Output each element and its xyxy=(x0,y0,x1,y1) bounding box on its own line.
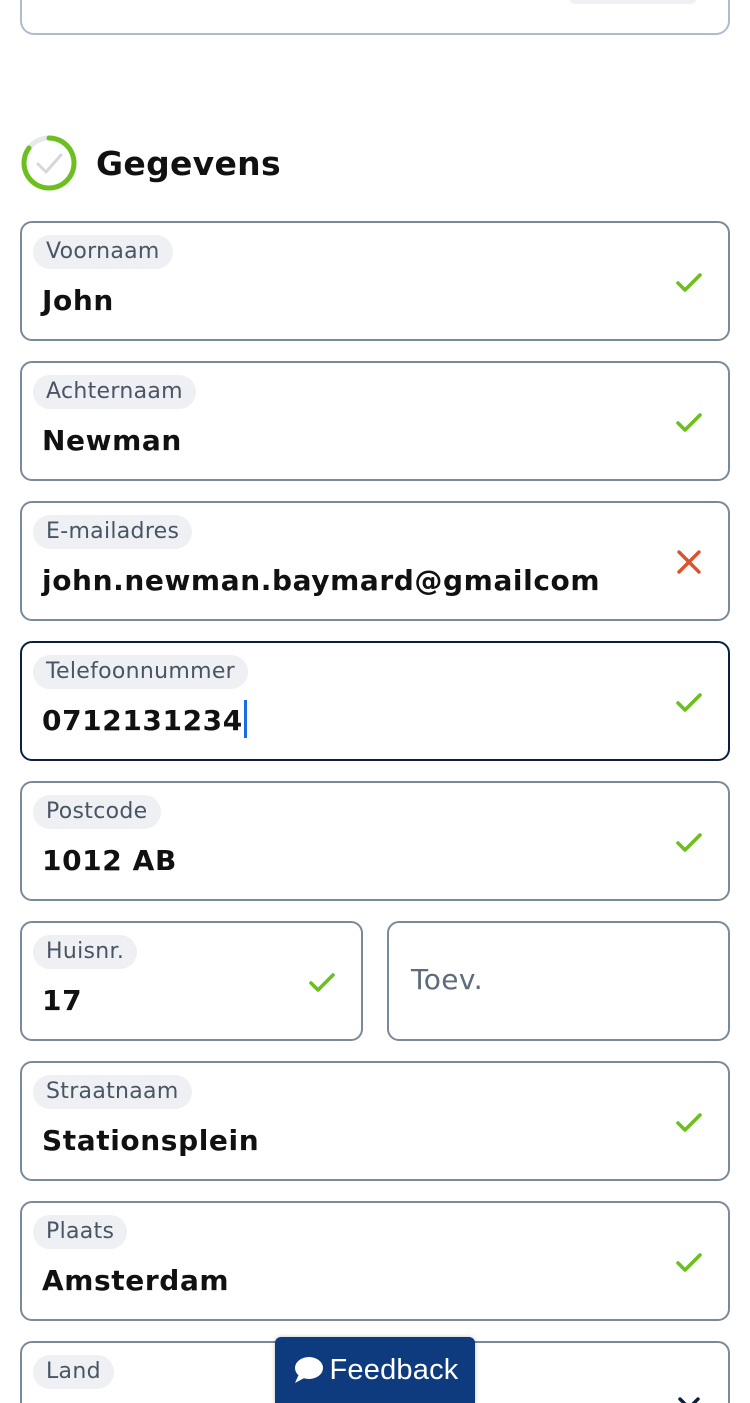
email-value[interactable]: john.newman.baymard@gmailcom xyxy=(42,561,600,601)
street-label: Straatnaam xyxy=(33,1075,192,1109)
feedback-label: Feedback xyxy=(329,1353,459,1386)
postcode-field[interactable]: Postcode 1012 AB xyxy=(20,781,730,901)
phone-value-wrap[interactable]: 0712131234 xyxy=(42,700,247,741)
city-value[interactable]: Amsterdam xyxy=(42,1261,229,1301)
city-label: Plaats xyxy=(33,1215,128,1249)
error-x-icon xyxy=(677,550,701,574)
feedback-button[interactable]: Feedback xyxy=(275,1337,475,1403)
street-field[interactable]: Straatnaam Stationsplein xyxy=(20,1061,730,1181)
check-icon xyxy=(676,693,702,712)
house-number-addition-field[interactable]: Toev. xyxy=(387,921,730,1041)
postcode-value[interactable]: 1012 AB xyxy=(42,841,177,881)
text-caret xyxy=(243,700,247,738)
previous-section-card xyxy=(20,0,730,35)
check-icon xyxy=(676,833,702,852)
check-icon xyxy=(676,273,702,292)
chevron-down-icon xyxy=(678,1397,700,1403)
phone-field[interactable]: Telefoonnummer 0712131234 xyxy=(20,641,730,761)
city-field[interactable]: Plaats Amsterdam xyxy=(20,1201,730,1321)
phone-label: Telefoonnummer xyxy=(33,655,249,689)
street-value[interactable]: Stationsplein xyxy=(42,1121,259,1161)
section-title: Gegevens xyxy=(96,143,281,183)
last-name-label: Achternaam xyxy=(33,375,196,409)
speech-bubble-icon xyxy=(294,1357,323,1383)
house-number-field[interactable]: Huisnr. 17 xyxy=(20,921,363,1041)
last-name-value[interactable]: Newman xyxy=(42,421,182,461)
section-header: Gegevens xyxy=(20,134,281,192)
first-name-label: Voornaam xyxy=(33,235,173,269)
previous-section-pill xyxy=(568,0,698,4)
phone-value: 0712131234 xyxy=(42,704,243,737)
check-icon xyxy=(676,1253,702,1272)
check-icon xyxy=(676,1113,702,1132)
house-number-addition-placeholder: Toev. xyxy=(411,963,483,996)
email-field[interactable]: E-mailadres john.newman.baymard@gmailcom xyxy=(20,501,730,621)
first-name-field[interactable]: Voornaam John xyxy=(20,221,730,341)
progress-ring-icon xyxy=(21,135,77,191)
check-icon xyxy=(309,973,335,992)
email-label: E-mailadres xyxy=(33,515,193,549)
house-number-label: Huisnr. xyxy=(33,935,138,969)
country-label: Land xyxy=(33,1355,114,1389)
first-name-value[interactable]: John xyxy=(42,281,114,321)
postcode-label: Postcode xyxy=(33,795,161,829)
last-name-field[interactable]: Achternaam Newman xyxy=(20,361,730,481)
check-icon xyxy=(676,413,702,432)
house-number-value[interactable]: 17 xyxy=(42,981,82,1021)
